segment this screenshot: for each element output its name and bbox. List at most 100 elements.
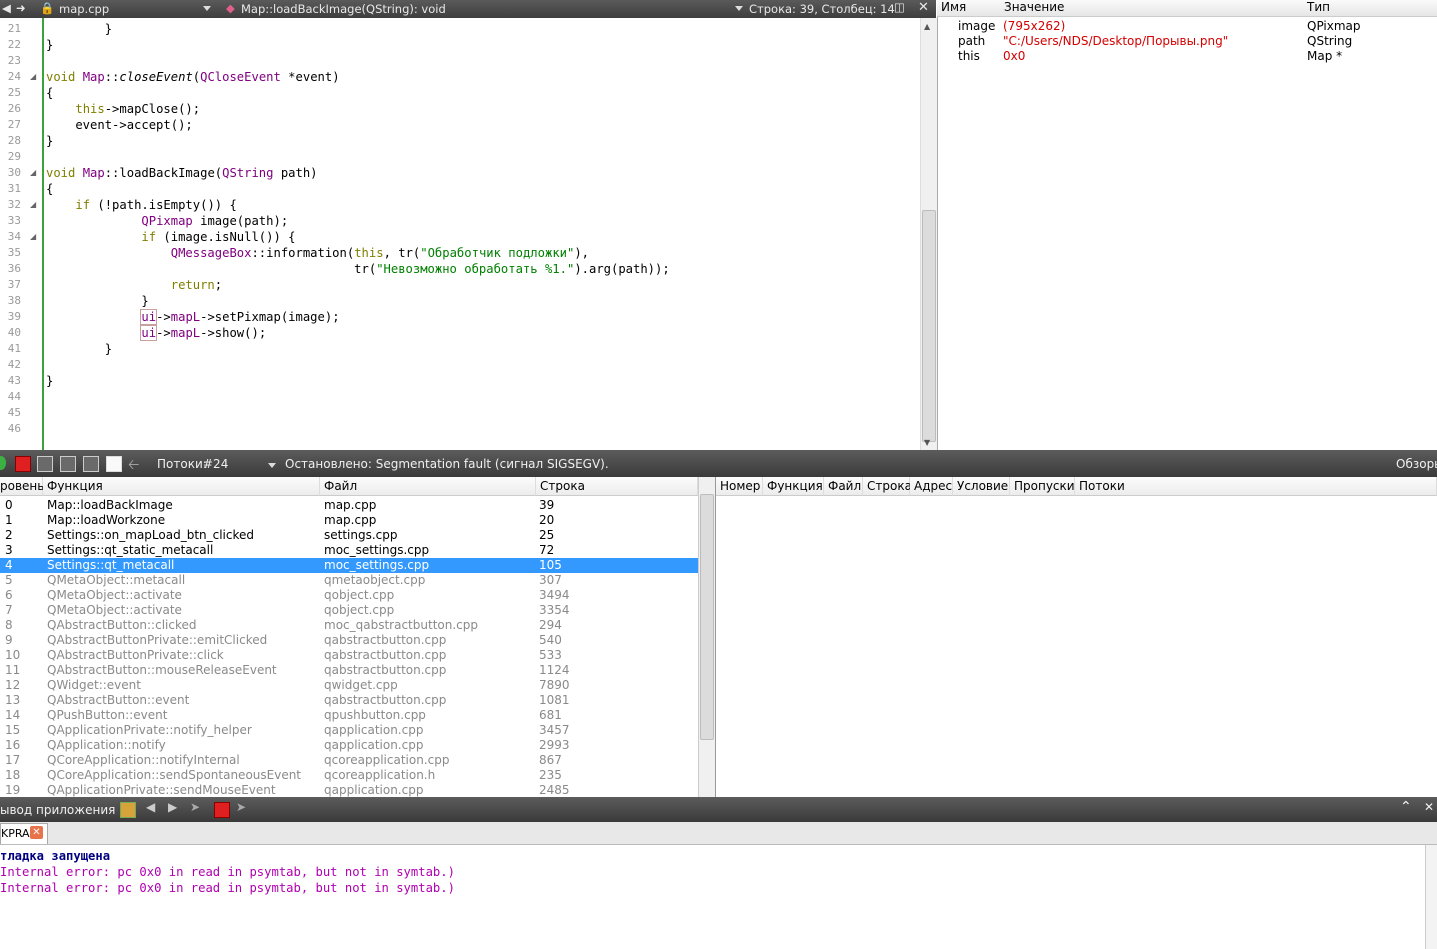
stack-header-line[interactable]: Строка bbox=[536, 477, 698, 496]
code-line[interactable]: this->mapClose(); bbox=[46, 101, 200, 117]
stack-frame-row[interactable]: 7 QMetaObject::activate qobject.cpp 3354 bbox=[0, 603, 698, 618]
fold-arrow-icon[interactable]: ◢ bbox=[30, 72, 36, 81]
next-icon[interactable]: ▶ bbox=[168, 800, 177, 814]
fold-arrow-icon[interactable]: ◢ bbox=[30, 232, 36, 241]
locals-header-value[interactable]: Значение bbox=[1004, 0, 1064, 14]
function-combo-arrow[interactable] bbox=[735, 6, 743, 11]
step-into-icon[interactable] bbox=[60, 456, 76, 472]
line-number: 34 bbox=[7, 230, 21, 243]
stack-frame-row[interactable]: 3 Settings::qt_static_metacall moc_setting… bbox=[0, 543, 698, 558]
stack-frame-row[interactable]: 13 QAbstractButton::event qabstractbutton.… bbox=[0, 693, 698, 708]
threads-combo[interactable]: #24 bbox=[203, 457, 228, 471]
stack-frame-row[interactable]: 6 QMetaObject::activate qobject.cpp 3494 bbox=[0, 588, 698, 603]
locals-row[interactable]: path "C:/Users/NDS/Desktop/Порывы.png" Q… bbox=[937, 34, 1437, 49]
file-combo[interactable]: map.cpp bbox=[59, 2, 109, 16]
output-scrollbar[interactable] bbox=[1425, 845, 1437, 949]
stack-frame-row[interactable]: 18 QCoreApplication::sendSpontaneousEvent… bbox=[0, 768, 698, 783]
file-combo-arrow[interactable] bbox=[203, 6, 211, 11]
code-line[interactable]: { bbox=[46, 181, 53, 197]
fold-arrow-icon[interactable]: ◢ bbox=[30, 200, 36, 209]
code-line[interactable]: } bbox=[46, 373, 53, 389]
locals-row[interactable]: this 0x0 Map * bbox=[937, 49, 1437, 64]
breakpoints-header-cell[interactable]: Функция bbox=[763, 477, 824, 496]
maximize-icon[interactable]: ⌃ bbox=[1400, 799, 1412, 815]
stack-frame-row[interactable]: 19 QApplicationPrivate::sendMouseEvent qap… bbox=[0, 783, 698, 798]
code-line[interactable]: } bbox=[46, 21, 112, 37]
breakpoints-header-cell[interactable]: Пропуски bbox=[1010, 477, 1075, 496]
views-button[interactable]: Обзоры bbox=[1396, 457, 1437, 471]
stack-scroll-thumb[interactable] bbox=[700, 494, 714, 740]
code-line[interactable]: } bbox=[46, 341, 112, 357]
close-output-icon[interactable]: ✕ bbox=[1424, 800, 1434, 814]
stack-cell-file: qobject.cpp bbox=[324, 603, 395, 617]
code-line[interactable]: return; bbox=[46, 277, 222, 293]
stack-frame-row[interactable]: 5 QMetaObject::metacall qmetaobject.cpp 307 bbox=[0, 573, 698, 588]
stack-cell-l: 3 bbox=[5, 543, 13, 557]
clear-icon[interactable] bbox=[120, 802, 136, 818]
breakpoints-header-cell[interactable]: Номер bbox=[716, 477, 763, 496]
stack-frame-row[interactable]: 14 QPushButton::event qpushbutton.cpp 681 bbox=[0, 708, 698, 723]
prev-icon[interactable]: ◀ bbox=[146, 800, 155, 814]
split-icon[interactable]: ◫ bbox=[894, 0, 905, 14]
stop-output-icon[interactable] bbox=[214, 802, 230, 818]
stack-frame-row[interactable]: 15 QApplicationPrivate::notify_helper qapp… bbox=[0, 723, 698, 738]
stack-frame-row[interactable]: 2 Settings::on_mapLoad_btn_clicked setting… bbox=[0, 528, 698, 543]
stack-frame-row[interactable]: 11 QAbstractButton::mouseReleaseEvent qabs… bbox=[0, 663, 698, 678]
editor-scroll-thumb[interactable] bbox=[922, 210, 936, 442]
function-combo[interactable]: Map::loadBackImage(QString): void bbox=[241, 2, 446, 16]
locals-header-type[interactable]: Тип bbox=[1307, 0, 1330, 14]
stack-header-file[interactable]: Файл bbox=[320, 477, 536, 496]
code-line[interactable]: if (image.isNull()) { bbox=[46, 229, 295, 245]
code-line[interactable]: } bbox=[46, 133, 53, 149]
code-line[interactable]: ui->mapL->show(); bbox=[46, 325, 266, 341]
code-line[interactable]: } bbox=[46, 293, 148, 309]
code-line[interactable]: tr("Невозможно обработать %1.").arg(path… bbox=[46, 261, 670, 277]
code-line[interactable]: void Map::closeEvent(QCloseEvent *event) bbox=[46, 69, 340, 85]
code-line[interactable]: { bbox=[46, 85, 53, 101]
locals-row[interactable]: image (795x262) QPixmap bbox=[937, 19, 1437, 34]
fold-arrow-icon[interactable]: ◢ bbox=[30, 168, 36, 177]
tab-close-icon[interactable]: ✕ bbox=[30, 826, 43, 839]
continue-icon[interactable] bbox=[0, 456, 6, 470]
code-line[interactable]: QPixmap image(path); bbox=[46, 213, 288, 229]
threads-combo-arrow[interactable] bbox=[268, 463, 276, 468]
breakpoints-header-cell[interactable]: Файл bbox=[824, 477, 863, 496]
code-line[interactable]: event->accept(); bbox=[46, 117, 192, 133]
output-tab[interactable]: KPRA ✕ bbox=[0, 823, 48, 844]
breakpoints-header-cell[interactable]: Потоки bbox=[1075, 477, 1437, 496]
close-icon[interactable]: ✕ bbox=[918, 0, 929, 15]
stack-frame-row[interactable]: 8 QAbstractButton::clicked moc_qabstractbu… bbox=[0, 618, 698, 633]
breakpoints-header-cell[interactable]: Адрес bbox=[910, 477, 953, 496]
code-line[interactable]: } bbox=[46, 37, 53, 53]
step-out-icon[interactable] bbox=[83, 456, 99, 472]
scroll-down-arrow[interactable]: ▼ bbox=[924, 438, 930, 447]
stop-icon[interactable] bbox=[15, 456, 31, 472]
stack-frame-row[interactable]: 1 Map::loadWorkzone map.cpp 20 bbox=[0, 513, 698, 528]
code-line[interactable]: void Map::loadBackImage(QString path) bbox=[46, 165, 318, 181]
stack-header-function[interactable]: Функция bbox=[43, 477, 320, 496]
instruction-mode-icon[interactable] bbox=[106, 456, 122, 472]
breakpoints-header-cell[interactable]: Условие bbox=[953, 477, 1010, 496]
reverse-icon[interactable]: 🡠 bbox=[128, 454, 139, 478]
code-line[interactable]: ui->mapL->setPixmap(image); bbox=[46, 309, 340, 325]
stack-cell-l: 15 bbox=[5, 723, 21, 737]
stack-frame-row[interactable]: 4 Settings::qt_metacall moc_settings.cpp 10… bbox=[0, 558, 698, 573]
stack-frame-row[interactable]: 10 QAbstractButtonPrivate::click qabstract… bbox=[0, 648, 698, 663]
back-icon[interactable]: ◀ bbox=[2, 1, 11, 15]
stack-frame-row[interactable]: 16 QApplication::notify qapplication.cpp 29… bbox=[0, 738, 698, 753]
stack-frame-row[interactable]: 12 QWidget::event qwidget.cpp 7890 bbox=[0, 678, 698, 693]
code-line[interactable]: QMessageBox::information(this, tr("Обраб… bbox=[46, 245, 589, 261]
attach-icon[interactable]: ➤ bbox=[236, 800, 246, 814]
run-icon[interactable]: ➤ bbox=[190, 800, 200, 814]
stack-header-level[interactable]: ровень bbox=[0, 477, 44, 496]
forward-icon[interactable]: ➜ bbox=[16, 1, 26, 15]
stack-frame-row[interactable]: 0 Map::loadBackImage map.cpp 39 bbox=[0, 498, 698, 513]
output-text-area[interactable] bbox=[0, 845, 1425, 949]
scroll-up-arrow[interactable]: ▲ bbox=[924, 22, 930, 31]
locals-header-name[interactable]: Имя bbox=[941, 0, 966, 14]
step-over-icon[interactable] bbox=[37, 456, 53, 472]
breakpoints-header-cell[interactable]: Строка bbox=[863, 477, 912, 496]
stack-frame-row[interactable]: 9 QAbstractButtonPrivate::emitClicked qabs… bbox=[0, 633, 698, 648]
stack-frame-row[interactable]: 17 QCoreApplication::notifyInternal qcorea… bbox=[0, 753, 698, 768]
code-line[interactable]: if (!path.isEmpty()) { bbox=[46, 197, 236, 213]
